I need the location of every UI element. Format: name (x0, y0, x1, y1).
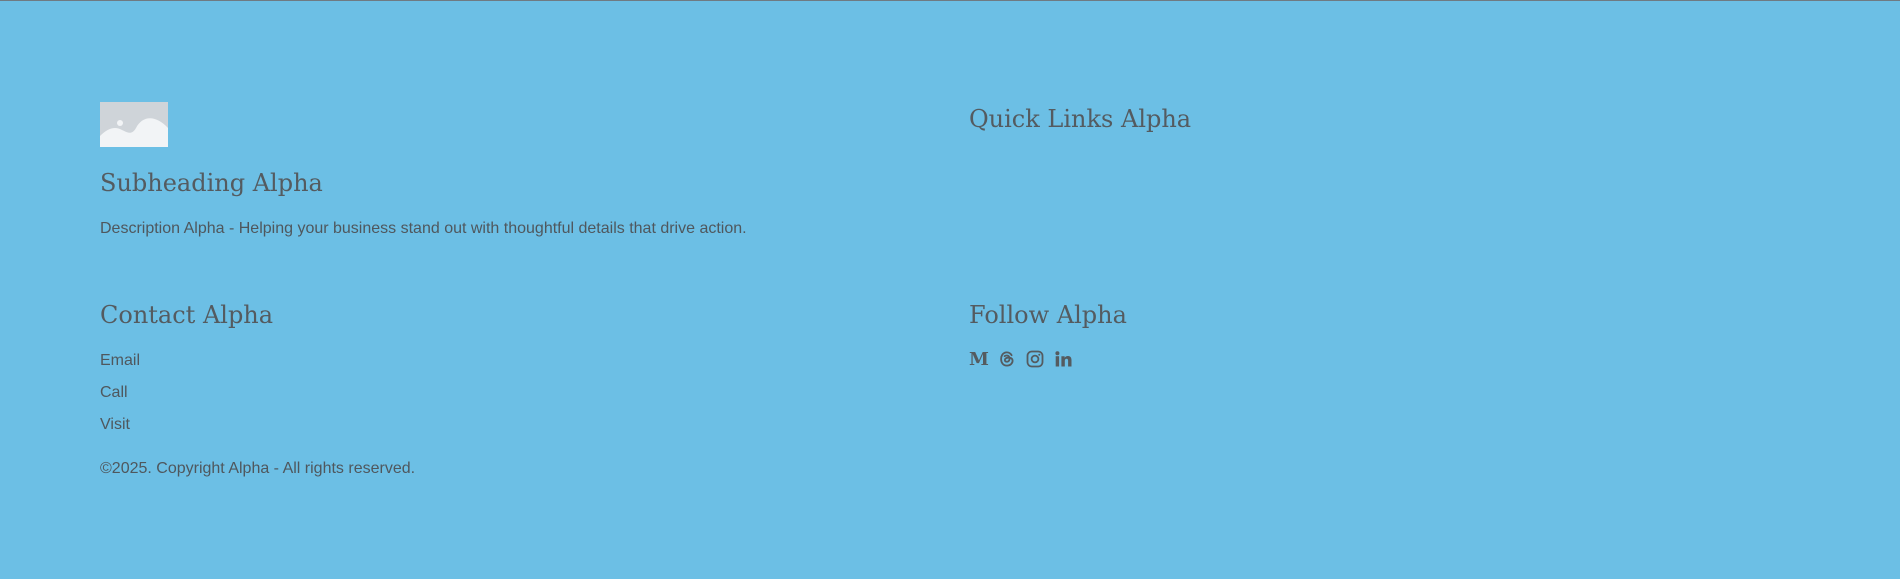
contact-heading: Contact Alpha (100, 301, 274, 329)
contact-visit-link[interactable]: Visit (100, 415, 130, 435)
quick-links-heading: Quick Links Alpha (969, 105, 1192, 133)
linkedin-icon[interactable] (1053, 349, 1073, 369)
social-links: M (969, 348, 1073, 370)
svg-text:M: M (969, 349, 989, 369)
instagram-icon[interactable] (1025, 349, 1045, 369)
brand-subheading: Subheading Alpha (100, 169, 323, 197)
medium-icon[interactable]: M (969, 349, 989, 369)
threads-icon[interactable] (997, 349, 1017, 369)
follow-heading: Follow Alpha (969, 301, 1127, 329)
image-placeholder-icon (100, 102, 168, 147)
contact-email-link[interactable]: Email (100, 351, 140, 371)
copyright-text: ©2025. Copyright Alpha - All rights rese… (100, 460, 416, 477)
contact-call-link[interactable]: Call (100, 383, 128, 403)
brand-description: Description Alpha - Helping your busines… (100, 220, 747, 237)
site-footer: Subheading Alpha Description Alpha - Hel… (0, 0, 1900, 579)
